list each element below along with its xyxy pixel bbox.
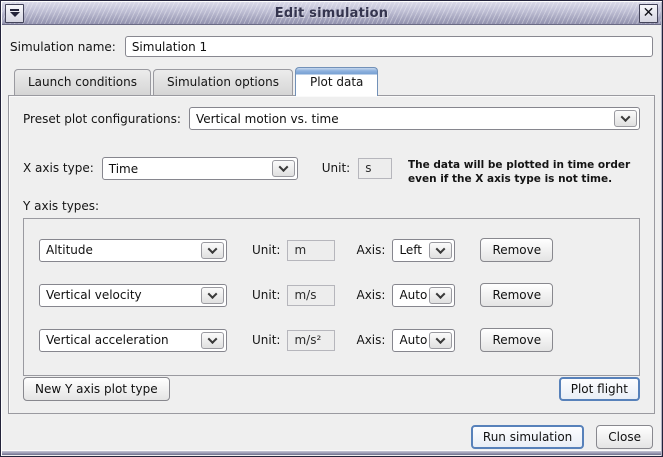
y-axis-type-dropdown-button[interactable] — [201, 332, 224, 349]
y-axis-type-value: Vertical acceleration — [40, 333, 201, 347]
x-axis-type-label: X axis type: — [23, 157, 94, 180]
plot-panel-actions: New Y axis plot type Plot flight — [23, 377, 640, 401]
y-axis-type-select-1[interactable]: Vertical velocity — [39, 284, 227, 307]
axis-dropdown-button[interactable] — [429, 287, 452, 304]
axis-select-0[interactable]: Left — [392, 239, 455, 262]
y-axis-type-dropdown-button[interactable] — [201, 287, 224, 304]
axis-label: Axis: — [356, 284, 385, 307]
x-axis-unit-value: s — [358, 158, 392, 179]
remove-y-axis-button-0[interactable]: Remove — [480, 238, 553, 262]
unit-label: Unit: — [252, 284, 280, 307]
axis-value: Auto — [393, 333, 429, 347]
tab-bar: Launch conditions Simulation options Plo… — [14, 67, 655, 95]
x-axis-type-select[interactable]: Time — [102, 157, 298, 180]
tab-launch-conditions[interactable]: Launch conditions — [14, 69, 151, 95]
new-y-axis-plot-type-button[interactable]: New Y axis plot type — [23, 377, 170, 401]
unit-label: Unit: — [252, 329, 280, 352]
close-icon: ✕ — [643, 6, 655, 20]
axis-select-2[interactable]: Auto — [392, 329, 455, 352]
close-window-button[interactable]: ✕ — [639, 4, 658, 23]
axis-label: Axis: — [356, 239, 385, 262]
plot-flight-button[interactable]: Plot flight — [559, 377, 640, 401]
tab-simulation-options[interactable]: Simulation options — [153, 69, 293, 95]
y-axis-types-group: Altitude Unit: m Axis: Left Remove Verti… — [23, 218, 640, 376]
y-axis-types-label: Y axis types: — [23, 199, 640, 213]
simulation-name-label: Simulation name: — [10, 40, 116, 54]
x-axis-unit-label: Unit: — [322, 157, 350, 180]
simulation-name-row: Simulation name: — [10, 36, 653, 57]
run-simulation-button[interactable]: Run simulation — [471, 425, 584, 449]
y-axis-type-value: Altitude — [40, 243, 201, 257]
titlebar[interactable]: Edit simulation ✕ — [2, 2, 661, 25]
y-axis-row: Altitude Unit: m Axis: Left Remove — [39, 238, 624, 262]
chevron-down-icon — [436, 334, 446, 344]
chevron-down-icon — [436, 244, 446, 254]
axis-value: Auto — [393, 288, 429, 302]
x-axis-dropdown-button[interactable] — [272, 160, 295, 177]
x-axis-note: The data will be plotted in time order e… — [408, 158, 640, 186]
chevron-down-icon — [208, 244, 218, 254]
preset-config-label: Preset plot configurations: — [23, 112, 181, 126]
y-axis-type-value: Vertical velocity — [40, 288, 201, 302]
chevron-down-icon — [208, 289, 218, 299]
chevron-down-icon — [278, 162, 288, 172]
window-menu-button[interactable] — [5, 4, 24, 23]
close-button[interactable]: Close — [596, 425, 653, 449]
y-axis-type-dropdown-button[interactable] — [201, 242, 224, 259]
axis-dropdown-button[interactable] — [429, 242, 452, 259]
plot-data-panel: Preset plot configurations: Vertical mot… — [8, 95, 655, 414]
y-axis-type-select-0[interactable]: Altitude — [39, 239, 227, 262]
axis-select-1[interactable]: Auto — [392, 284, 455, 307]
unit-label: Unit: — [252, 239, 280, 262]
unit-value: m/s — [287, 285, 335, 306]
y-axis-row: Vertical velocity Unit: m/s Axis: Auto R… — [39, 283, 624, 307]
preset-config-value: Vertical motion vs. time — [190, 112, 614, 126]
edit-simulation-dialog: Edit simulation ✕ Simulation name: Launc… — [0, 0, 663, 457]
chevron-down-icon — [621, 112, 631, 122]
axis-value: Left — [393, 243, 429, 257]
x-axis-type-value: Time — [103, 162, 272, 176]
remove-y-axis-button-1[interactable]: Remove — [480, 283, 553, 307]
y-axis-row: Vertical acceleration Unit: m/s² Axis: A… — [39, 328, 624, 352]
window-title: Edit simulation — [27, 6, 636, 21]
dialog-footer: Run simulation Close — [10, 425, 653, 449]
unit-value: m/s² — [287, 330, 335, 351]
chevron-down-icon — [208, 334, 218, 344]
chevron-down-icon — [436, 289, 446, 299]
x-axis-row: X axis type: Time Unit: s The data will … — [23, 157, 640, 186]
dialog-content: Simulation name: Launch conditions Simul… — [1, 25, 662, 450]
remove-y-axis-button-2[interactable]: Remove — [480, 328, 553, 352]
unit-value: m — [287, 240, 335, 261]
preset-config-select[interactable]: Vertical motion vs. time — [189, 107, 640, 130]
preset-config-row: Preset plot configurations: Vertical mot… — [23, 107, 640, 130]
tab-plot-data[interactable]: Plot data — [295, 67, 378, 96]
preset-config-dropdown-button[interactable] — [614, 110, 637, 127]
axis-dropdown-button[interactable] — [429, 332, 452, 349]
axis-label: Axis: — [356, 329, 385, 352]
simulation-name-input[interactable] — [125, 36, 653, 57]
y-axis-type-select-2[interactable]: Vertical acceleration — [39, 329, 227, 352]
window-menu-icon — [10, 9, 20, 17]
